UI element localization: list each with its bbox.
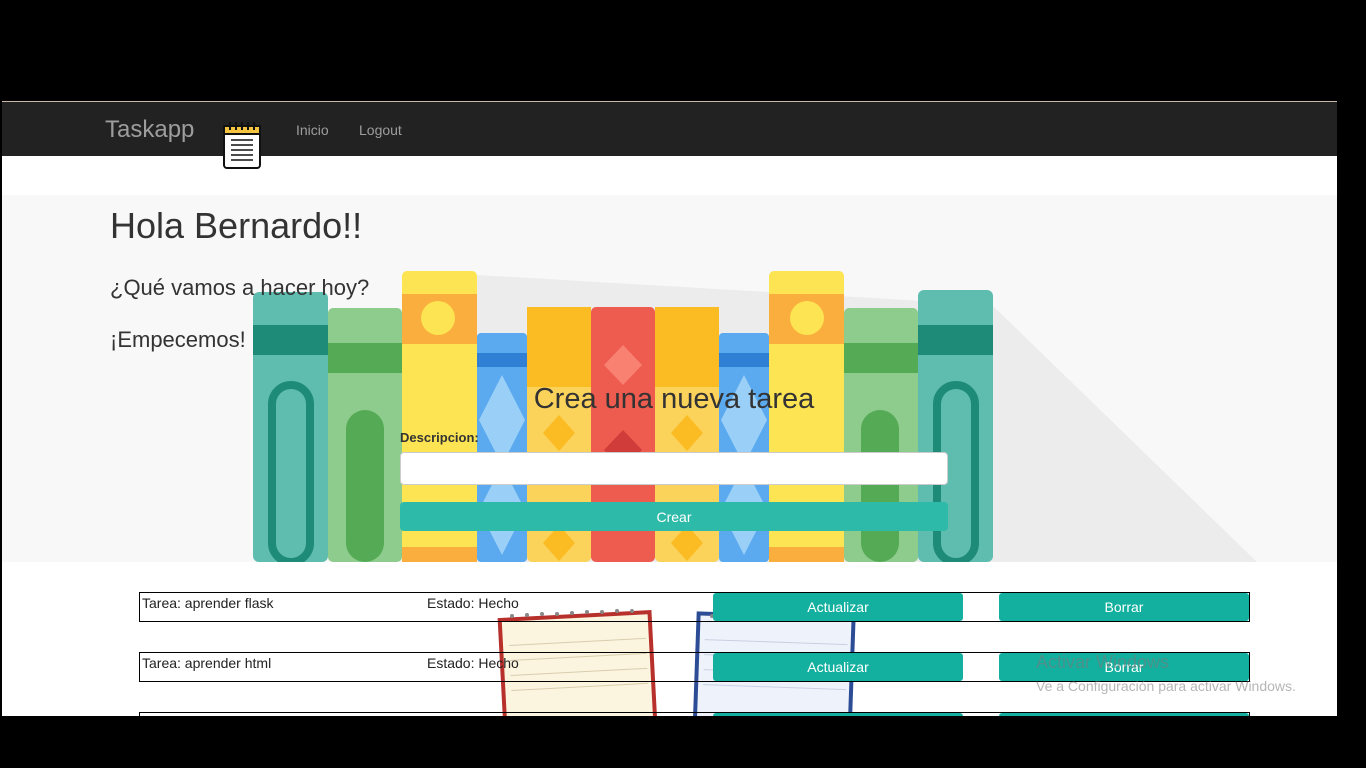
windows-activation-title: Activar Windows [1036, 652, 1170, 672]
create-task-button[interactable]: Crear [400, 502, 948, 531]
brand-logo-text[interactable]: Taskapp [105, 116, 194, 144]
task-row: Tarea: aprender flask Estado: Hecho Actu… [139, 592, 1250, 622]
browser-viewport: Taskapp Inicio Logout Hola Bernardo!! ¿Q… [2, 101, 1337, 716]
task-row [139, 712, 1250, 716]
nav-link-inicio[interactable]: Inicio [296, 122, 329, 138]
jumbotron: Hola Bernardo!! ¿Qué vamos a hacer hoy? … [2, 195, 1337, 562]
start-text: ¡Empecemos! [110, 327, 246, 352]
update-task-button[interactable] [713, 713, 963, 716]
navbar: Taskapp Inicio Logout [2, 102, 1337, 169]
greeting-heading: Hola Bernardo!! [110, 205, 363, 246]
new-task-title: Crea una nueva tarea [533, 383, 815, 415]
task-name: Tarea: aprender flask [142, 595, 274, 611]
question-text: ¿Qué vamos a hacer hoy? [110, 275, 370, 300]
description-label: Descripcion: [400, 430, 479, 445]
delete-task-button[interactable] [999, 713, 1249, 716]
notepad-icon [223, 122, 261, 169]
update-task-button[interactable]: Actualizar [713, 653, 963, 681]
delete-task-button[interactable]: Borrar [999, 593, 1249, 621]
task-status: Estado: Hecho [427, 655, 519, 671]
windows-activation-subtitle: Ve a Configuración para activar Windows. [1036, 678, 1296, 694]
nav-link-logout[interactable]: Logout [359, 122, 402, 138]
task-name: Tarea: aprender html [142, 655, 272, 671]
update-task-button[interactable]: Actualizar [713, 593, 963, 621]
description-input[interactable] [400, 452, 948, 485]
task-status: Estado: Hecho [427, 595, 519, 611]
